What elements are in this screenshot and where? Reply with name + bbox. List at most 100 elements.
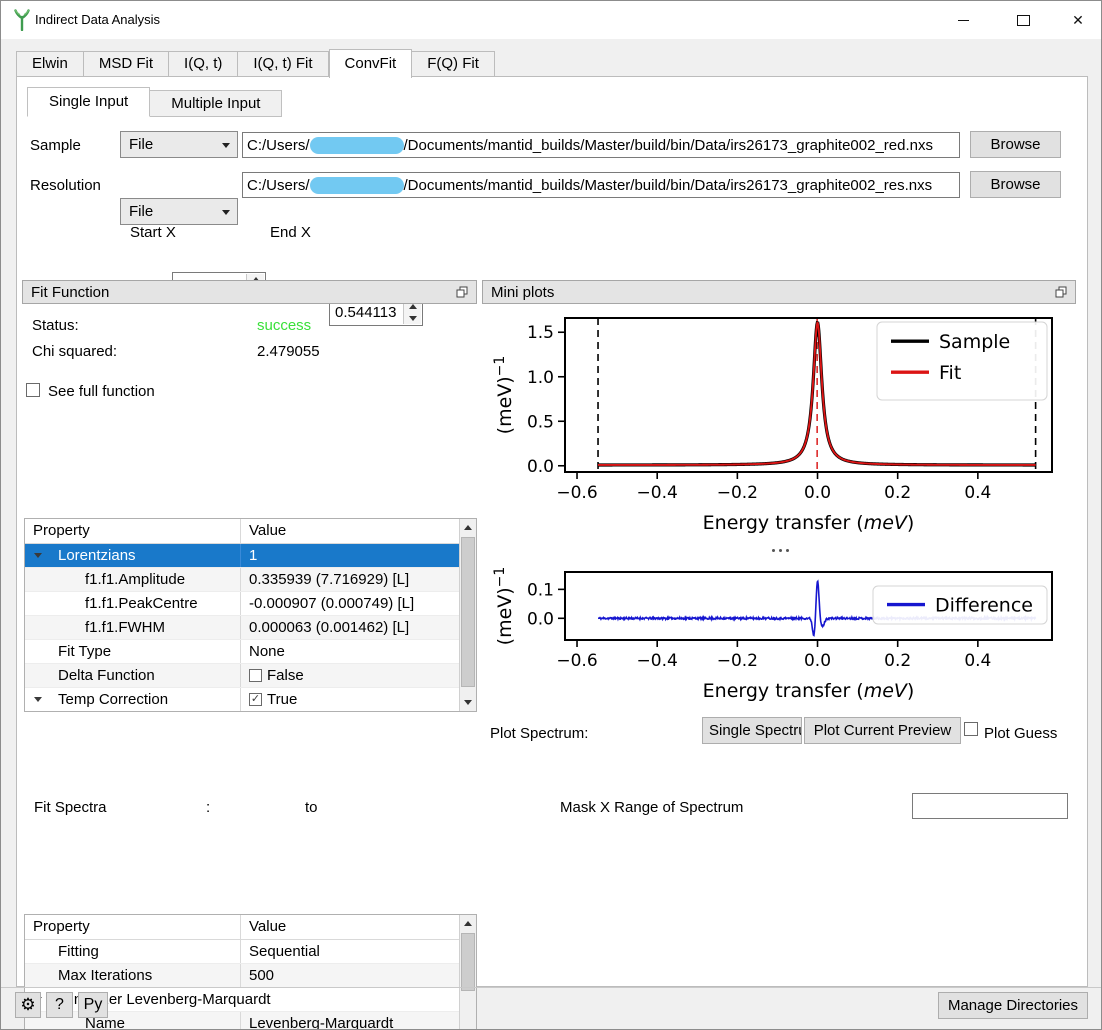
see-full-function-checkbox[interactable] (26, 383, 40, 397)
tab-elwin[interactable]: Elwin (16, 51, 84, 77)
property-row-fitting[interactable]: FittingSequential (25, 940, 459, 964)
svg-text:0.0: 0.0 (804, 483, 831, 503)
title-bar: Indirect Data Analysis ✕ (1, 1, 1101, 39)
scroll-up-icon[interactable] (460, 915, 476, 932)
property-name: f1.f1.Amplitude (25, 568, 240, 591)
sample-path-suffix: /Documents/mantid_builds/Master/build/bi… (404, 137, 933, 154)
footer-divider (1, 987, 1101, 988)
mini-plots-header[interactable]: Mini plots (482, 280, 1076, 304)
table-body: PropertyValueLorentzians1f1.f1.Amplitude… (25, 519, 459, 711)
svg-text:0.5: 0.5 (527, 412, 554, 432)
property-name: f1.f1.FWHM (25, 616, 240, 639)
input-tab-bar: Single InputMultiple Input (27, 88, 282, 117)
property-header: Property (25, 519, 240, 543)
scroll-up-icon[interactable] (460, 519, 476, 536)
resolution-source-combo[interactable]: File (120, 198, 238, 225)
mask-x-range-label: Mask X Range of Spectrum (560, 799, 743, 816)
property-value: 0.000063 (0.001462) [L] (240, 616, 459, 639)
manage-directories-button[interactable]: Manage Directories (938, 992, 1088, 1019)
chevron-down-icon (222, 210, 230, 215)
svg-text:1.5: 1.5 (527, 323, 554, 343)
float-panel-icon[interactable] (1055, 286, 1067, 298)
value-text: -0.000907 (0.000749) [L] (249, 592, 414, 615)
plot-splitter-handle[interactable] (772, 549, 789, 552)
checked-checkbox[interactable]: ✓ (249, 693, 262, 706)
scroll-down-icon[interactable] (460, 694, 476, 711)
difference-plot[interactable]: −0.6−0.4−0.20.00.20.40.00.1DifferenceEne… (487, 560, 1067, 708)
tab-f-q-fit[interactable]: F(Q) Fit (412, 51, 495, 77)
convfit-page: Single InputMultiple Input Sample File C… (16, 76, 1088, 987)
sample-path-input[interactable]: C:/Users/ /Documents/mantid_builds/Maste… (242, 132, 960, 158)
resolution-path-prefix: C:/Users/ (247, 177, 310, 194)
property-name: Fit Type (25, 640, 240, 663)
property-name: Max Iterations (25, 964, 240, 987)
table-scrollbar[interactable] (459, 519, 476, 711)
svg-text:Fit: Fit (939, 362, 961, 384)
property-row-delta-function[interactable]: Delta FunctionFalse (25, 664, 459, 688)
value-header: Value (240, 915, 459, 939)
table-header-row: PropertyValue (25, 519, 459, 544)
svg-text:(meV)−1: (meV)−1 (492, 356, 516, 435)
input-tab-multiple-input[interactable]: Multiple Input (150, 90, 282, 117)
value-text: Sequential (249, 940, 320, 963)
property-text: Temp Correction (25, 688, 168, 711)
property-value: None (240, 640, 459, 663)
property-row-f1-f1-peakcentre[interactable]: f1.f1.PeakCentre-0.000907 (0.000749) [L] (25, 592, 459, 616)
svg-text:0.4: 0.4 (964, 651, 991, 671)
property-text: Max Iterations (25, 964, 152, 987)
maximize-button[interactable] (1000, 1, 1046, 39)
svg-text:Energy transfer (meV): Energy transfer (meV) (703, 680, 915, 702)
close-button[interactable]: ✕ (1055, 1, 1101, 39)
input-tab-single-input[interactable]: Single Input (27, 87, 150, 117)
status-label: Status: (32, 317, 79, 334)
minimize-button[interactable] (940, 1, 986, 39)
resolution-label: Resolution (30, 177, 101, 194)
resolution-browse-button[interactable]: Browse (970, 171, 1061, 198)
property-value: Levenberg-Marquardt (240, 1012, 459, 1030)
tab-convfit[interactable]: ConvFit (329, 49, 413, 78)
scrollbar-thumb[interactable] (461, 537, 475, 687)
function-property-table: PropertyValueLorentzians1f1.f1.Amplitude… (24, 518, 477, 712)
svg-text:Difference: Difference (935, 595, 1033, 617)
help-button[interactable]: ? (46, 992, 73, 1018)
mask-range-input[interactable] (912, 793, 1068, 819)
value-text: None (249, 640, 285, 663)
property-row-temp-correction[interactable]: Temp Correction✓True (25, 688, 459, 711)
property-row-lorentzians[interactable]: Lorentzians1 (25, 544, 459, 568)
expand-chevron-icon[interactable] (34, 553, 42, 558)
fit-preview-plot[interactable]: −0.6−0.4−0.20.00.20.40.00.51.01.5SampleF… (487, 308, 1067, 548)
fit-spectra-separator: : (206, 799, 210, 816)
sample-source-value: File (129, 136, 153, 153)
plot-guess-checkbox[interactable] (964, 722, 978, 736)
property-row-max-iterations[interactable]: Max Iterations500 (25, 964, 459, 988)
unchecked-checkbox[interactable] (249, 669, 262, 682)
svg-text:Energy transfer (meV): Energy transfer (meV) (703, 512, 915, 534)
float-panel-icon[interactable] (456, 286, 468, 298)
property-value: 1 (240, 544, 459, 567)
sample-source-combo[interactable]: File (120, 131, 238, 158)
property-row-f1-f1-fwhm[interactable]: f1.f1.FWHM 0.000063 (0.001462) [L] (25, 616, 459, 640)
plot-spectrum-label: Plot Spectrum: (490, 725, 588, 742)
tab-i-q-t-fit[interactable]: I(Q, t) Fit (238, 51, 328, 77)
value-text: 0.335939 (7.716929) [L] (249, 568, 409, 591)
sample-browse-button[interactable]: Browse (970, 131, 1061, 158)
plot-current-preview-button[interactable]: Plot Current Preview (804, 717, 961, 744)
svg-text:−0.6: −0.6 (556, 483, 597, 503)
settings-button[interactable]: ⚙ (15, 992, 41, 1018)
scrollbar-thumb[interactable] (461, 933, 475, 991)
tab-i-q-t[interactable]: I(Q, t) (169, 51, 238, 77)
property-row-fit-type[interactable]: Fit Type None (25, 640, 459, 664)
single-spectrum-button[interactable]: Single Spectrum (702, 717, 802, 744)
expand-chevron-icon[interactable] (34, 697, 42, 702)
fit-function-header[interactable]: Fit Function (22, 280, 477, 304)
tab-msd-fit[interactable]: MSD Fit (84, 51, 169, 77)
chevron-down-icon (222, 143, 230, 148)
table-scrollbar[interactable] (459, 915, 476, 1030)
property-text: f1.f1.FWHM (25, 616, 165, 639)
python-export-button[interactable]: Py (78, 992, 108, 1018)
resolution-path-input[interactable]: C:/Users/ /Documents/mantid_builds/Maste… (242, 172, 960, 198)
property-text: f1.f1.Amplitude (25, 568, 185, 591)
property-row-f1-f1-amplitude[interactable]: f1.f1.Amplitude 0.335939 (7.716929) [L] (25, 568, 459, 592)
spin-down-icon[interactable] (404, 313, 421, 325)
chi-squared-label: Chi squared: (32, 343, 117, 360)
